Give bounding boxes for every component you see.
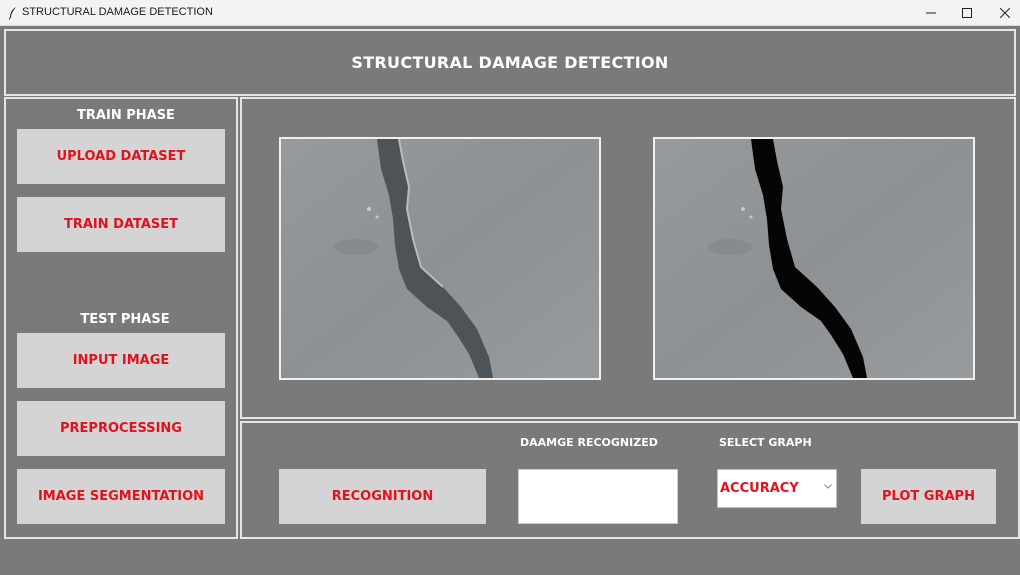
- graph-type-value: ACCURACY: [720, 481, 799, 496]
- test-phase-label: TEST PHASE: [80, 312, 170, 327]
- crack-input-image: [281, 139, 599, 378]
- close-button[interactable]: [986, 0, 1020, 26]
- input-image-view: [279, 137, 601, 380]
- minimize-button[interactable]: [912, 0, 950, 26]
- preprocessing-button[interactable]: PREPROCESSING: [17, 401, 225, 456]
- input-image-button[interactable]: INPUT IMAGE: [17, 333, 225, 388]
- maximize-icon: [962, 8, 972, 18]
- minimize-icon: [926, 12, 936, 14]
- select-graph-label: SELECT GRAPH: [719, 436, 812, 449]
- upload-dataset-button[interactable]: UPLOAD DATASET: [17, 129, 225, 184]
- image-segmentation-button[interactable]: IMAGE SEGMENTATION: [17, 469, 225, 524]
- crack-segmented-image: [655, 139, 973, 378]
- close-icon: [1000, 8, 1010, 18]
- damage-recognized-label: DAAMGE RECOGNIZED: [520, 436, 658, 449]
- maximize-button[interactable]: [948, 0, 986, 26]
- header-panel: STRUCTURAL DAMAGE DETECTION: [4, 29, 1016, 96]
- window-title: STRUCTURAL DAMAGE DETECTION: [22, 6, 213, 18]
- train-dataset-button[interactable]: TRAIN DATASET: [17, 197, 225, 252]
- window-titlebar: STRUCTURAL DAMAGE DETECTION: [0, 0, 1020, 26]
- plot-graph-button[interactable]: PLOT GRAPH: [861, 469, 996, 524]
- recognition-button[interactable]: RECOGNITION: [279, 469, 486, 524]
- page-title: STRUCTURAL DAMAGE DETECTION: [351, 53, 669, 72]
- chevron-down-icon: [824, 484, 832, 489]
- segmented-image-view: [653, 137, 975, 380]
- damage-result-field: [518, 469, 678, 524]
- train-phase-label: TRAIN PHASE: [77, 108, 175, 123]
- feather-icon: [8, 7, 16, 20]
- graph-type-select[interactable]: ACCURACY: [717, 469, 837, 508]
